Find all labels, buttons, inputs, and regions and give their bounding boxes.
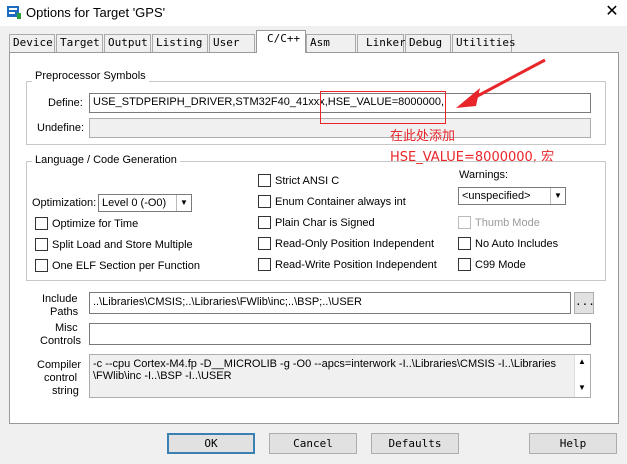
compiler-control-label-3: string: [52, 385, 79, 397]
tab-utilities[interactable]: Utilities: [452, 34, 516, 52]
tab-user[interactable]: User: [209, 34, 255, 52]
cancel-button[interactable]: Cancel: [269, 433, 357, 454]
define-label: Define:: [48, 97, 83, 109]
one-elf-section-label: One ELF Section per Function: [52, 260, 200, 272]
tab-device[interactable]: Device: [9, 34, 55, 52]
compiler-control-label-1: Compiler: [37, 359, 82, 371]
no-auto-includes-label: No Auto Includes: [475, 238, 559, 250]
keil-app-icon: [7, 6, 21, 19]
compiler-control-line-2: \FWlib\inc -I..\BSP -I..\USER: [93, 370, 232, 382]
tab-output[interactable]: Output: [104, 34, 151, 52]
annotation-highlight-box: [320, 91, 446, 124]
include-paths-label-1: Include: [42, 293, 78, 305]
ok-button[interactable]: OK: [167, 433, 255, 454]
include-paths-browse-button[interactable]: ...: [574, 292, 595, 314]
include-paths-label-2: Paths: [50, 306, 79, 318]
chevron-down-icon: ▼: [550, 188, 565, 204]
split-load-store-label: Split Load and Store Multiple: [52, 239, 193, 251]
scroll-down-icon[interactable]: ▼: [578, 383, 586, 392]
warnings-label: Warnings:: [459, 169, 509, 181]
ro-position-independent-checkbox[interactable]: [258, 237, 271, 250]
optimization-select[interactable]: Level 0 (-O0) ▼: [98, 194, 192, 212]
tab-c-cpp[interactable]: C/C++: [256, 30, 306, 53]
compiler-control-scrollbar[interactable]: ▲ ▼: [574, 355, 590, 397]
enum-container-label: Enum Container always int: [275, 196, 406, 208]
undefine-label: Undefine:: [37, 122, 85, 134]
defaults-button[interactable]: Defaults: [371, 433, 459, 454]
preprocessor-group-label: Preprocessor Symbols: [32, 70, 149, 82]
enum-container-checkbox[interactable]: [258, 195, 271, 208]
one-elf-section-checkbox[interactable]: [35, 259, 48, 272]
warnings-select[interactable]: <unspecified> ▼: [458, 187, 566, 205]
tab-linker[interactable]: Linker: [357, 34, 406, 52]
optimize-time-label: Optimize for Time: [52, 218, 139, 230]
tab-target[interactable]: Target: [56, 34, 103, 52]
chevron-down-icon: ▼: [176, 195, 191, 211]
plain-char-signed-label: Plain Char is Signed: [275, 217, 375, 229]
tab-debug[interactable]: Debug: [405, 34, 451, 52]
misc-controls-input[interactable]: [89, 323, 591, 345]
strict-ansi-label: Strict ANSI C: [275, 175, 340, 187]
no-auto-includes-checkbox[interactable]: [458, 237, 471, 250]
window-title: Options for Target 'GPS': [26, 5, 166, 20]
plain-char-signed-checkbox[interactable]: [258, 216, 271, 229]
thumb-mode-label: Thumb Mode: [475, 217, 540, 229]
compiler-control-line-1: -c --cpu Cortex-M4.fp -D__MICROLIB -g -O…: [93, 358, 557, 370]
c99-mode-label: C99 Mode: [475, 259, 526, 271]
strict-ansi-checkbox[interactable]: [258, 174, 271, 187]
split-load-store-checkbox[interactable]: [35, 238, 48, 251]
tab-listing[interactable]: Listing: [152, 34, 208, 52]
optimization-label: Optimization:: [32, 197, 97, 209]
misc-controls-label-2: Controls: [40, 335, 81, 347]
misc-controls-label-1: Misc: [55, 322, 78, 334]
language-group-label: Language / Code Generation: [32, 154, 180, 166]
compiler-control-string[interactable]: -c --cpu Cortex-M4.fp -D__MICROLIB -g -O…: [89, 354, 591, 398]
close-icon[interactable]: ✕: [600, 0, 624, 24]
include-paths-input[interactable]: ..\Libraries\CMSIS;..\Libraries\FWlib\in…: [89, 292, 571, 314]
scroll-up-icon[interactable]: ▲: [578, 357, 586, 366]
ro-position-independent-label: Read-Only Position Independent: [275, 238, 434, 250]
rw-position-independent-label: Read-Write Position Independent: [275, 259, 437, 271]
thumb-mode-checkbox[interactable]: [458, 216, 471, 229]
rw-position-independent-checkbox[interactable]: [258, 258, 271, 271]
c99-mode-checkbox[interactable]: [458, 258, 471, 271]
tab-asm[interactable]: Asm: [306, 34, 356, 52]
help-button[interactable]: Help: [529, 433, 617, 454]
optimize-time-checkbox[interactable]: [35, 217, 48, 230]
annotation-arrow-icon: [456, 58, 546, 108]
compiler-control-label-2: control: [44, 372, 78, 384]
annotation-text-line1: 在此处添加: [390, 129, 456, 144]
